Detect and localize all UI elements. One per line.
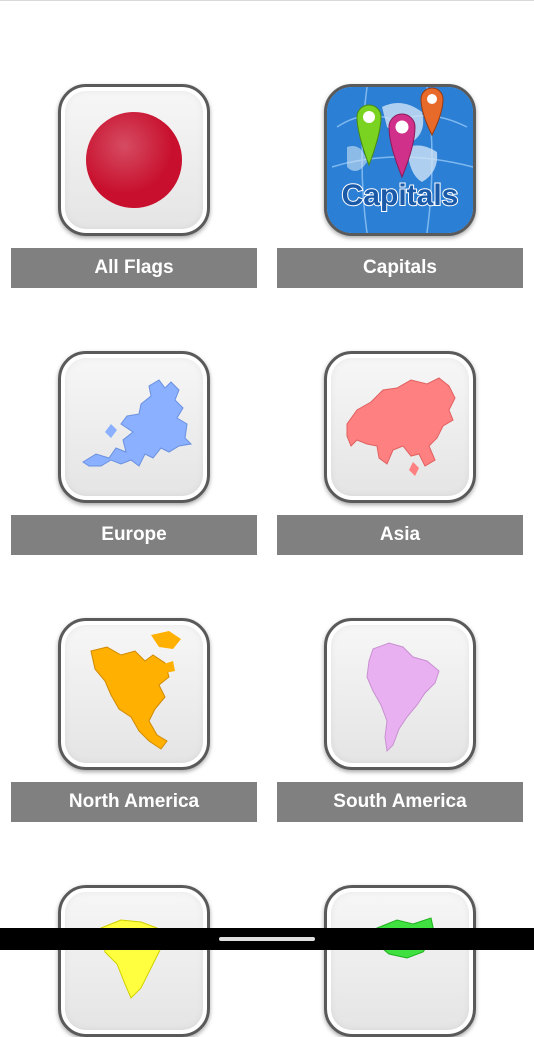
capitals-tile[interactable]: Capitals (324, 84, 476, 236)
capitals-globe-icon: Capitals (327, 87, 473, 233)
oceania-map-icon (376, 917, 436, 959)
capitals-icon-text: Capitals (342, 179, 459, 212)
north-america-tile[interactable] (58, 618, 210, 770)
south-america-tile[interactable] (324, 618, 476, 770)
africa-tile[interactable] (58, 885, 210, 1037)
category-grid: All Flags Capitals Capitals Europe Asia … (0, 0, 534, 1037)
north-america-label: North America (11, 782, 257, 822)
capitals-label: Capitals (277, 248, 523, 288)
asia-map-icon (346, 377, 456, 476)
asia-label: Asia (277, 515, 523, 555)
japan-flag-icon (86, 112, 182, 208)
south-america-label: South America (277, 782, 523, 822)
asia-tile[interactable] (324, 351, 476, 503)
north-america-map-icon (90, 631, 181, 750)
oceania-tile[interactable] (324, 885, 476, 1037)
all-flags-label: All Flags (11, 248, 257, 288)
south-america-map-icon (366, 642, 440, 753)
all-flags-tile[interactable] (58, 84, 210, 236)
europe-map-icon (82, 379, 193, 467)
africa-map-icon (100, 919, 162, 999)
europe-tile[interactable] (58, 351, 210, 503)
europe-label: Europe (11, 515, 257, 555)
home-gesture-handle[interactable] (219, 937, 315, 941)
